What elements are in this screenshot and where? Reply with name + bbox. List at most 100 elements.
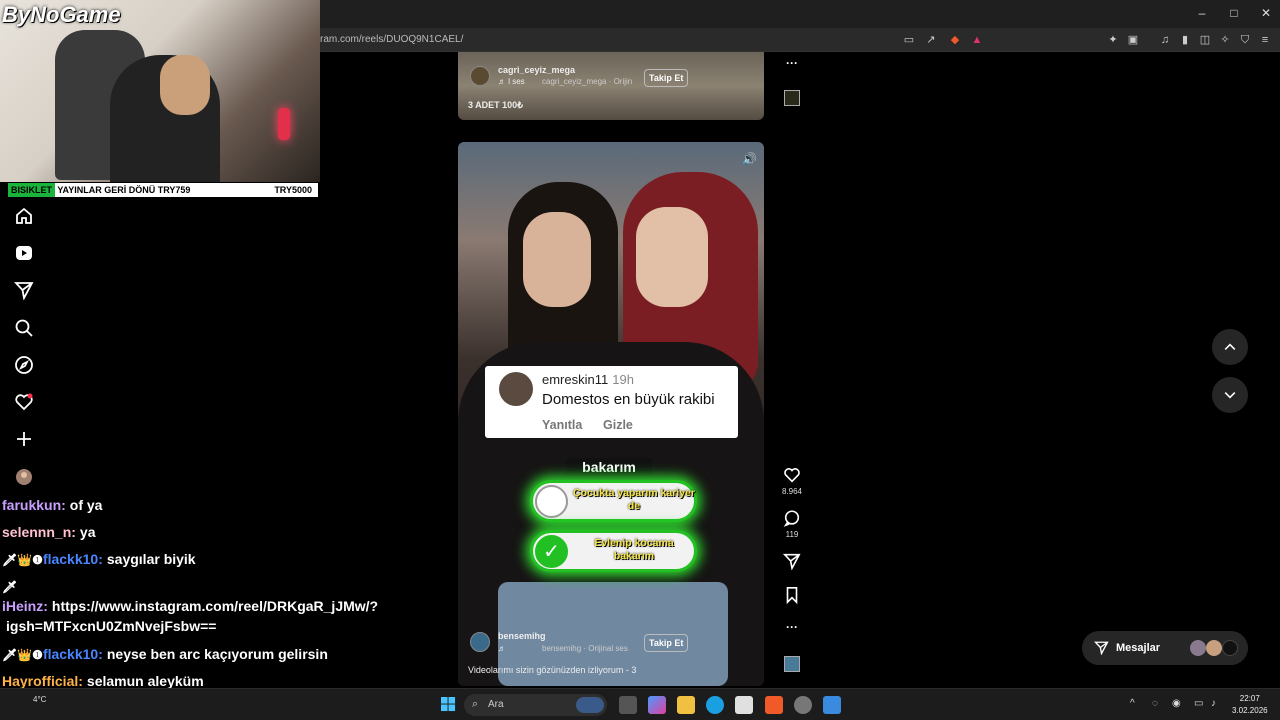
copilot-icon[interactable]	[648, 696, 666, 714]
music-icon[interactable]: ♫	[1158, 33, 1172, 47]
reel-top-audio: ♬ l ses	[498, 77, 525, 86]
webcam-overlay: ByNoGame	[0, 0, 320, 182]
share-icon[interactable]: ↗	[924, 33, 938, 47]
next-reel-button[interactable]	[1212, 377, 1248, 413]
reel-caption[interactable]: Videolarımı sizin gözünüzden izliyorum -…	[468, 665, 636, 675]
direct-icon[interactable]	[13, 280, 34, 301]
search-icon[interactable]	[14, 318, 34, 338]
poll-choice-1: Çocukta yaparım kariyer de	[530, 480, 697, 522]
app-icon[interactable]	[794, 696, 812, 714]
maximize-button[interactable]: □	[1224, 6, 1244, 20]
poll-choice-1-label: Çocukta yaparım kariyer de	[573, 487, 695, 512]
messages-button[interactable]: Mesajlar	[1082, 631, 1248, 665]
url-text[interactable]: ram.com/reels/DUOQ9N1CAEL/	[320, 34, 463, 45]
share-icon[interactable]	[782, 552, 802, 572]
minimize-button[interactable]: –	[1192, 6, 1212, 20]
menu-icon[interactable]: ≡	[1258, 33, 1272, 47]
explore-icon[interactable]	[14, 355, 34, 375]
chat-text: igsh=MTFxcnU0ZmNvejFsbw==	[6, 618, 217, 634]
app-icon-2[interactable]	[823, 696, 841, 714]
chat-text: saygılar biyik	[106, 551, 196, 567]
reel-follow-button[interactable]: Takip Et	[644, 634, 689, 652]
reel-audio-source[interactable]: bensemihg · Orijinal ses	[542, 644, 628, 653]
reel-avatar[interactable]	[470, 632, 490, 652]
more-options-icon[interactable]: ···	[782, 620, 802, 640]
comment-time: 19h	[612, 372, 634, 387]
address-bar[interactable]: ram.com/reels/DUOQ9N1CAEL/ ▭ ↗ ◆ ▲ ✦ ▣ ♫…	[320, 28, 1280, 52]
message-avatar-1	[1190, 640, 1206, 656]
notifications-heart-icon[interactable]	[14, 392, 34, 412]
reel-top-username[interactable]: cagri_ceyiz_mega	[498, 65, 575, 75]
vpn-icon[interactable]: ⛉	[1238, 33, 1252, 47]
ticker-donor-2: TRY5000	[274, 185, 312, 195]
messages-label: Mesajlar	[1116, 642, 1161, 654]
chat-username[interactable]: selennn_n:	[2, 524, 76, 540]
taskbar-time: 22:07	[1239, 694, 1260, 703]
commenter-username: emreskin11	[542, 372, 609, 387]
comment-icon[interactable]	[782, 509, 802, 529]
tray-volume-icon[interactable]: ♪	[1211, 698, 1216, 709]
video-person-right-face	[636, 207, 708, 307]
tray-display-icon[interactable]: ▭	[1194, 698, 1203, 709]
comment-hide-label: Gizle	[603, 418, 633, 432]
brave-shield-icon[interactable]: ◆	[948, 33, 962, 47]
like-heart-icon[interactable]	[782, 466, 802, 486]
chat-username[interactable]: iHeinz:	[2, 598, 48, 614]
close-button[interactable]: ✕	[1256, 6, 1276, 20]
taskbar-search[interactable]: ⌕ Ara	[464, 694, 607, 716]
reel-top-follow-button[interactable]: Takip Et	[644, 69, 689, 87]
chat-text: https://www.instagram.com/reel/DRKgaR_jJ…	[51, 598, 379, 614]
message-avatar-3	[1222, 640, 1238, 656]
extensions-icon[interactable]: ✦	[1106, 33, 1120, 47]
volume-icon[interactable]: 🔊	[742, 152, 757, 166]
chat-message: 🗡👑❶flackk10: saygılar biyik	[2, 551, 196, 567]
reels-icon[interactable]	[14, 243, 34, 263]
poll-choice-2-label: Evlenip kocama bakarım	[594, 537, 674, 562]
tray-network-icon[interactable]: ◌	[1152, 698, 1158, 709]
reel-top-caption: 3 ADET 100₺	[468, 100, 523, 110]
audio-thumbnail[interactable]	[784, 656, 800, 672]
weather-widget[interactable]: 4°C	[33, 695, 46, 704]
search-highlight-image	[576, 697, 604, 713]
profile-avatar-icon[interactable]	[14, 467, 34, 487]
reel-top-audio-thumb[interactable]	[784, 90, 800, 106]
reel-top-audio-source[interactable]: cagri_ceyiz_mega · Orijin	[542, 77, 632, 86]
create-plus-icon[interactable]	[14, 429, 34, 449]
edge-icon[interactable]	[706, 696, 724, 714]
home-icon[interactable]	[14, 206, 34, 226]
ticker-tag: BISIKLET	[8, 183, 56, 197]
reel-previous[interactable]: cagri_ceyiz_mega ♬ l ses cagri_ceyiz_meg…	[458, 52, 764, 120]
previous-reel-button[interactable]	[1212, 329, 1248, 365]
tab-icon[interactable]: ▣	[1126, 33, 1140, 47]
like-count[interactable]: 8.964	[772, 487, 812, 496]
file-explorer-icon[interactable]	[677, 696, 695, 714]
chat-username[interactable]: flackk10:	[43, 646, 103, 662]
comment-count[interactable]: 119	[772, 530, 812, 539]
chat-username[interactable]: flackk10:	[43, 551, 103, 567]
cast-icon[interactable]: ▭	[902, 33, 916, 47]
poll-title: bakarım	[566, 458, 652, 476]
chat-username[interactable]: farukkun:	[2, 497, 66, 513]
chat-username[interactable]: Hayrofficial:	[2, 673, 83, 689]
poll-choice-1-circle	[535, 485, 568, 518]
reel-username[interactable]: bensemihg	[498, 631, 546, 641]
ticker-donor-1: TRY759	[157, 185, 191, 195]
taskbar-date: 3.02.2026	[1232, 706, 1268, 715]
save-bookmark-icon[interactable]	[782, 586, 802, 606]
task-view-icon[interactable]	[619, 696, 637, 714]
tray-mic-icon[interactable]: ◉	[1172, 698, 1181, 709]
brave-rewards-icon[interactable]: ▲	[970, 33, 984, 47]
taskbar-clock[interactable]: 22:07 3.02.2026	[1232, 693, 1268, 717]
wallet-icon[interactable]: ◫	[1198, 33, 1212, 47]
sidebar-icon[interactable]: ▮	[1178, 33, 1192, 47]
tray-chevron-icon[interactable]: ^	[1130, 698, 1135, 709]
reel-top-more-icon[interactable]: ···	[782, 56, 802, 76]
chat-text: selamun aleyküm	[86, 673, 204, 689]
reel-top-avatar[interactable]	[470, 66, 490, 86]
leo-icon[interactable]: ✧	[1218, 33, 1232, 47]
check-icon: ✓	[535, 535, 568, 568]
donation-ticker: BISIKLET YAYINLAR GERİ DÖNÜ TRY759 TRY50…	[8, 183, 318, 197]
store-icon[interactable]	[735, 696, 753, 714]
brave-icon[interactable]	[765, 696, 783, 714]
windows-start-icon[interactable]	[441, 697, 456, 717]
